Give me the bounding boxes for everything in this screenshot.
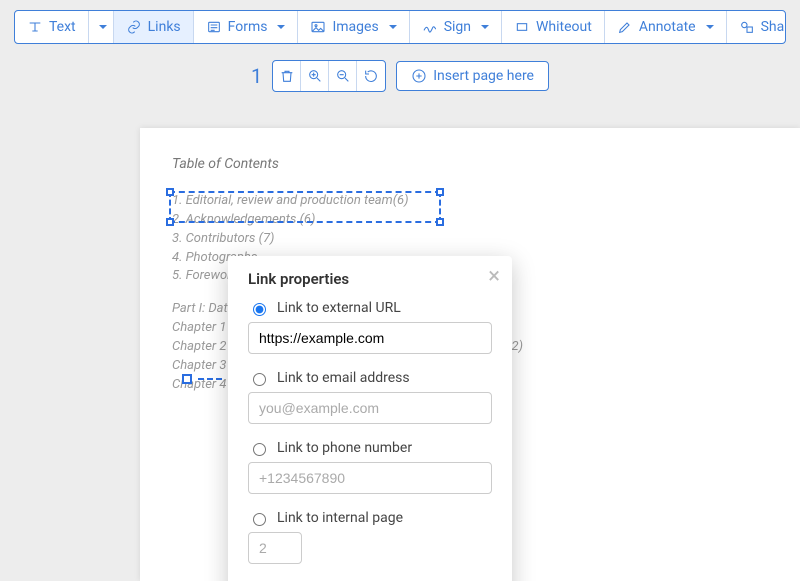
zoom-in-icon bbox=[307, 68, 323, 84]
opt-url-label: Link to external URL bbox=[277, 300, 401, 316]
page-number: 1 bbox=[251, 64, 262, 88]
resize-handle-ne[interactable] bbox=[436, 188, 444, 196]
toc-title: Table of Contents bbox=[172, 156, 768, 172]
opt-email-row[interactable]: Link to email address bbox=[248, 370, 492, 386]
chevron-down-icon bbox=[389, 25, 397, 29]
doc-line: 3. Contributors (7) bbox=[172, 230, 768, 249]
plus-circle-icon bbox=[411, 68, 427, 84]
link-icon bbox=[126, 19, 142, 35]
opt-phone-row[interactable]: Link to phone number bbox=[248, 440, 492, 456]
delete-link-button[interactable]: Delete link bbox=[248, 574, 492, 581]
chevron-down-icon bbox=[481, 25, 489, 29]
page-input[interactable] bbox=[248, 532, 302, 564]
main-toolbar: Text Links Forms Images Sign Whiteout bbox=[14, 10, 786, 44]
images-button[interactable]: Images bbox=[298, 11, 409, 43]
resize-handle-nw[interactable] bbox=[166, 188, 174, 196]
text-button[interactable]: Text bbox=[15, 11, 89, 43]
links-label: Links bbox=[148, 19, 181, 35]
forms-icon bbox=[206, 19, 222, 35]
email-input[interactable] bbox=[248, 392, 492, 424]
annotate-icon bbox=[617, 19, 633, 35]
sign-icon bbox=[422, 19, 438, 35]
opt-page-radio[interactable] bbox=[253, 513, 266, 526]
shapes-icon bbox=[739, 19, 755, 35]
rotate-icon bbox=[363, 68, 379, 84]
zoom-out-button[interactable] bbox=[329, 61, 357, 91]
resize-handle-sw[interactable] bbox=[166, 218, 174, 226]
close-button[interactable]: × bbox=[488, 266, 500, 288]
resize-handle[interactable] bbox=[182, 374, 192, 384]
opt-page-row[interactable]: Link to internal page bbox=[248, 510, 492, 526]
modal-title: Link properties bbox=[248, 270, 492, 288]
zoom-in-button[interactable] bbox=[301, 61, 329, 91]
opt-phone-label: Link to phone number bbox=[277, 440, 412, 456]
forms-label: Forms bbox=[228, 19, 268, 35]
zoom-out-icon bbox=[335, 68, 351, 84]
chevron-down-icon bbox=[99, 25, 107, 29]
opt-email-radio[interactable] bbox=[253, 373, 266, 386]
chevron-down-icon bbox=[706, 25, 714, 29]
insert-page-label: Insert page here bbox=[433, 68, 534, 84]
dash-line bbox=[198, 378, 222, 380]
sign-button[interactable]: Sign bbox=[410, 11, 502, 43]
chevron-down-icon bbox=[277, 25, 285, 29]
page-controls-bar: 1 Insert page here bbox=[0, 44, 800, 110]
opt-page-label: Link to internal page bbox=[277, 510, 403, 526]
text-label: Text bbox=[49, 19, 76, 35]
annotate-button[interactable]: Annotate bbox=[605, 11, 727, 43]
delete-page-button[interactable] bbox=[273, 61, 301, 91]
link-selection-box[interactable] bbox=[169, 191, 441, 223]
annotate-label: Annotate bbox=[639, 19, 696, 35]
whiteout-button[interactable]: Whiteout bbox=[502, 11, 605, 43]
links-button[interactable]: Links bbox=[114, 11, 194, 43]
opt-url-radio[interactable] bbox=[253, 303, 266, 316]
text-dropdown[interactable] bbox=[89, 11, 114, 43]
shapes-button[interactable]: Shapes bbox=[727, 11, 786, 43]
whiteout-label: Whiteout bbox=[536, 19, 592, 35]
trash-icon bbox=[279, 68, 295, 84]
opt-url-row[interactable]: Link to external URL bbox=[248, 300, 492, 316]
text-icon bbox=[27, 19, 43, 35]
resize-handle-se[interactable] bbox=[436, 218, 444, 226]
phone-input[interactable] bbox=[248, 462, 492, 494]
url-input[interactable] bbox=[248, 322, 492, 354]
sign-label: Sign bbox=[444, 19, 471, 35]
whiteout-icon bbox=[514, 19, 530, 35]
image-icon bbox=[310, 19, 326, 35]
shapes-label: Shapes bbox=[761, 19, 786, 35]
rotate-button[interactable] bbox=[357, 61, 385, 91]
images-label: Images bbox=[332, 19, 378, 35]
link-properties-modal: × Link properties Link to external URL L… bbox=[228, 256, 512, 581]
opt-email-label: Link to email address bbox=[277, 370, 410, 386]
insert-page-button[interactable]: Insert page here bbox=[396, 61, 549, 91]
page-mini-controls bbox=[272, 60, 386, 92]
forms-button[interactable]: Forms bbox=[194, 11, 299, 43]
opt-phone-radio[interactable] bbox=[253, 443, 266, 456]
